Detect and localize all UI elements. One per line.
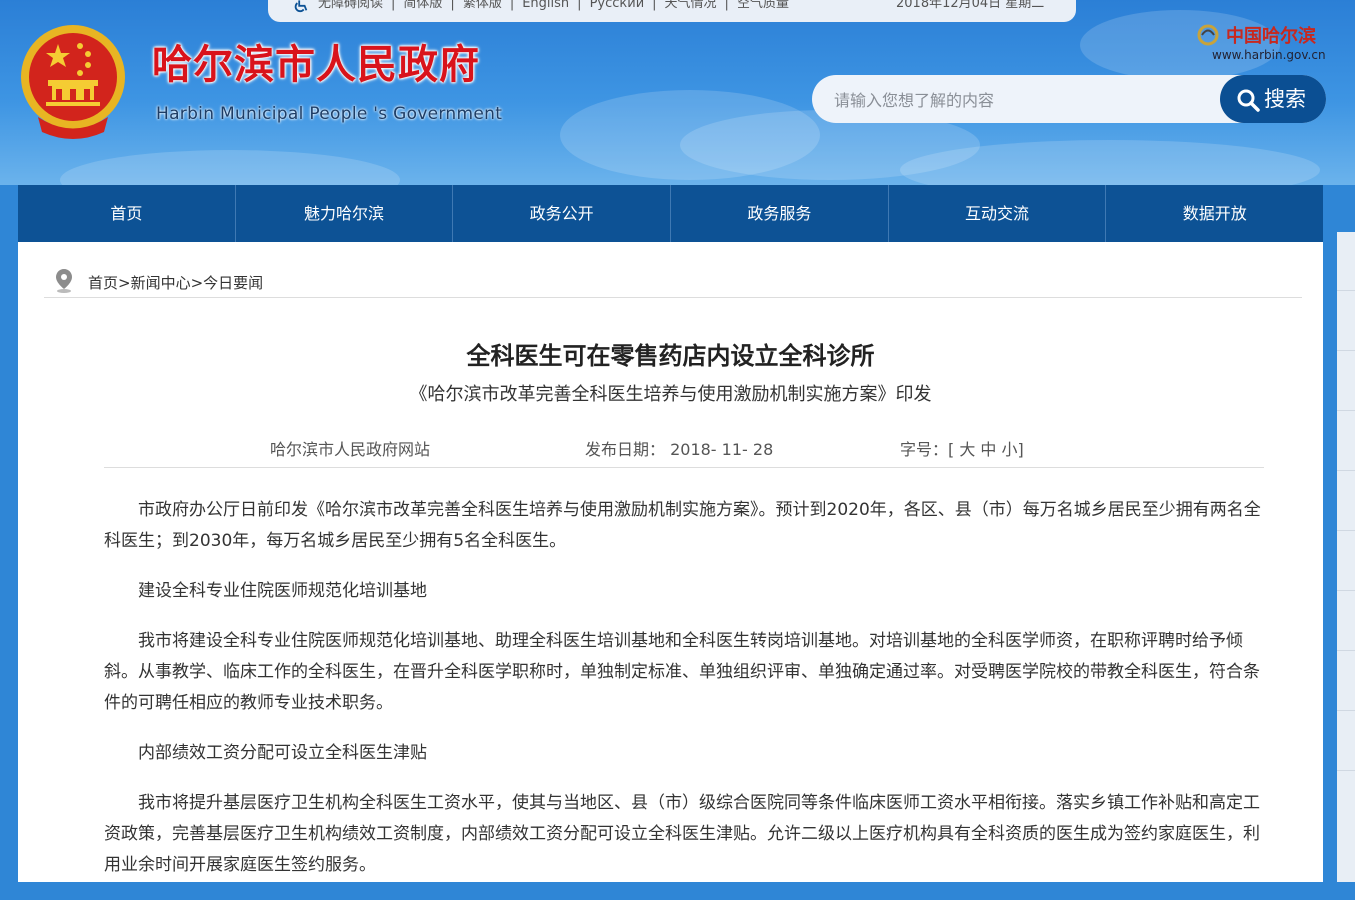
- divider: |: [724, 0, 729, 11]
- national-emblem-icon: [21, 25, 125, 139]
- accessibility-icon[interactable]: [292, 0, 310, 13]
- article-paragraph: 市政府办公厅日前印发《哈尔滨市改革完善全科医生培养与使用激励机制实施方案》。预计…: [104, 500, 1261, 551]
- site-header: 无障碍阅读 | 简体版 | 繁体版 | English | Русский | 天气情况 | 空气质量 …: [0, 0, 1355, 185]
- article-title: 全科医生可在零售药店内设立全科诊所: [466, 342, 875, 370]
- weather-link[interactable]: 天气情况: [665, 0, 717, 11]
- article-subtitle: 《哈尔滨市改革完善全科医生培养与使用激励机制实施方案》印发: [409, 384, 932, 405]
- article-paragraph: 我市将提升基层医疗卫生机构全科医生工资水平，使其与当地区、县（市）级综合医院同等…: [104, 793, 1260, 875]
- english-link[interactable]: English: [522, 0, 569, 11]
- article-publish-date: 发布日期： 2018- 11- 28: [585, 440, 774, 459]
- breadcrumb-trail[interactable]: 首页>新闻中心>今日要闻: [88, 270, 263, 296]
- top-utility-bar: 无障碍阅读 | 简体版 | 繁体版 | English | Русский | 天气情况 | 空气质量 …: [268, 0, 1076, 22]
- harbin-logo-icon: [1197, 24, 1219, 46]
- nav-charm-harbin[interactable]: 魅力哈尔滨: [236, 185, 454, 242]
- russian-link[interactable]: Русский: [590, 0, 645, 11]
- traditional-link[interactable]: 繁体版: [463, 0, 502, 11]
- meta-divider: [104, 467, 1264, 468]
- location-pin-icon: [56, 269, 72, 293]
- nav-interaction[interactable]: 互动交流: [889, 185, 1107, 242]
- nav-government-services[interactable]: 政务服务: [671, 185, 889, 242]
- site-title: 哈尔滨市人民政府: [152, 41, 480, 88]
- article-section-heading: 建设全科专业住院医师规范化培训基地: [138, 581, 427, 601]
- search-button[interactable]: 搜索: [1220, 75, 1326, 123]
- search-icon: [1237, 89, 1260, 112]
- brand-logo[interactable]: 中国哈尔滨 www.harbin.gov.cn: [1196, 22, 1326, 66]
- nav-government-affairs[interactable]: 政务公开: [453, 185, 672, 242]
- search-button-label: 搜索: [1264, 87, 1306, 111]
- current-date: 2018年12月04日 星期二: [896, 0, 1045, 11]
- breadcrumb-divider: [44, 297, 1302, 298]
- search-box: 搜索: [812, 75, 1326, 123]
- article-container: 首页>新闻中心>今日要闻 全科医生可在零售药店内设立全科诊所 《哈尔滨市改革完善…: [18, 242, 1323, 882]
- site-subtitle: Harbin Municipal People 's Government: [156, 104, 503, 124]
- brand-name: 中国哈尔滨: [1226, 26, 1316, 47]
- divider: |: [509, 0, 515, 11]
- article-source: 哈尔滨市人民政府网站: [270, 440, 431, 459]
- side-strip: [1337, 232, 1355, 882]
- nav-open-data[interactable]: 数据开放: [1106, 185, 1323, 242]
- divider: |: [450, 0, 455, 11]
- article-paragraph: 我市将建设全科专业住院医师规范化培训基地、助理全科医生培训基地和全科医生转岗培训…: [104, 631, 1260, 713]
- search-input[interactable]: [832, 85, 1216, 115]
- divider: |: [391, 0, 396, 11]
- nav-home[interactable]: 首页: [18, 185, 236, 242]
- simplified-link[interactable]: 简体版: [403, 0, 442, 11]
- article-body: 市政府办公厅日前印发《哈尔滨市改革完善全科医生培养与使用激励机制实施方案》。预计…: [104, 495, 1264, 900]
- divider: |: [652, 0, 657, 11]
- air-quality-link[interactable]: 空气质量: [737, 0, 789, 11]
- divider: |: [577, 0, 582, 11]
- article-section-heading: 内部绩效工资分配可设立全科医生津贴: [138, 743, 427, 763]
- main-nav: 首页 魅力哈尔滨 政务公开 政务服务 互动交流 数据开放: [18, 185, 1323, 242]
- font-size-control[interactable]: 字号：[ 大 中 小]: [900, 436, 1024, 460]
- accessibility-link[interactable]: 无障碍阅读: [318, 0, 383, 11]
- brand-url: www.harbin.gov.cn: [1212, 48, 1326, 62]
